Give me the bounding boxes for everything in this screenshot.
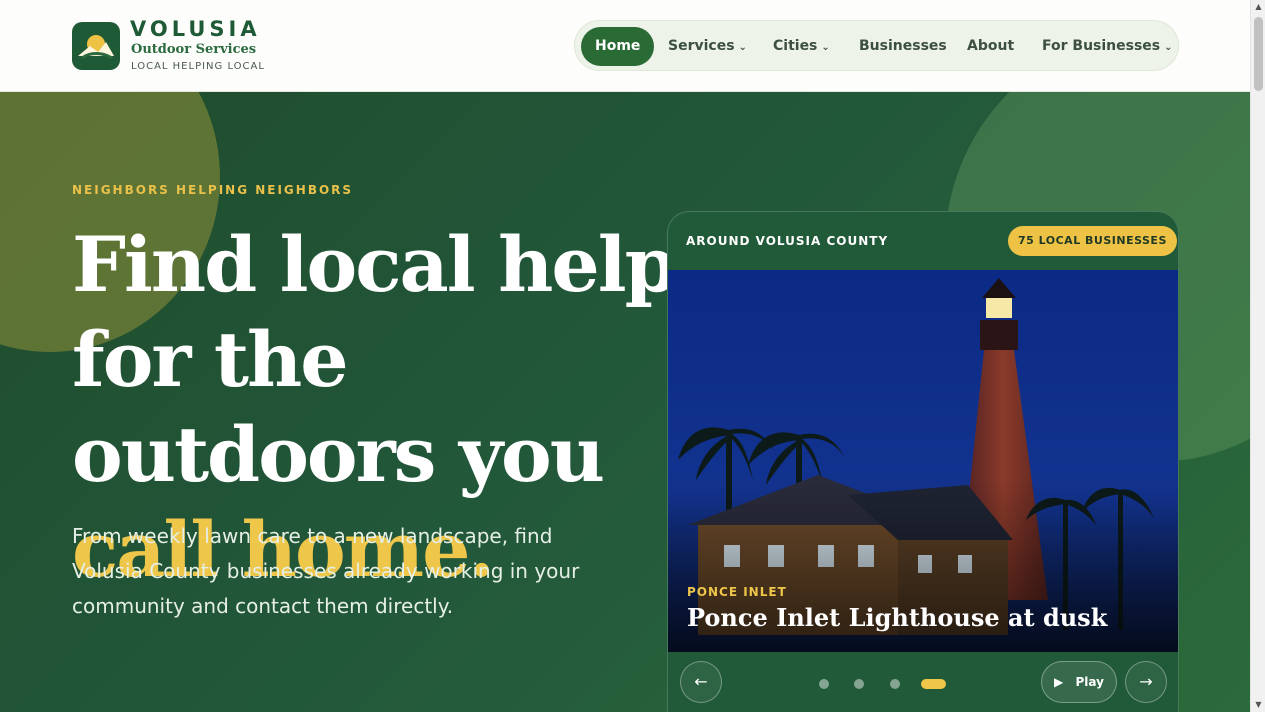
carousel-controls: ← ▶ Play → [668,652,1178,712]
slide-dot[interactable] [854,679,864,689]
hero-headline-line: outdoors you [72,410,605,499]
play-slideshow-button[interactable]: ▶ Play [1041,661,1117,703]
card-header: AROUND VOLUSIA COUNTY 75 LOCAL BUSINESSE… [668,212,1178,270]
nav-item-for-businesses[interactable]: For Businesses ⌄ [1042,27,1173,66]
business-count-badge: 75 LOCAL BUSINESSES [1008,226,1177,256]
carousel-photo: PONCE INLET Ponce Inlet Lighthouse at du… [668,270,1178,652]
slide-dot[interactable] [890,679,900,689]
nav-item-services[interactable]: Services ⌄ [668,27,747,66]
nav-item-label: Services [668,38,735,54]
slide-dot[interactable] [819,679,829,689]
nav-item-label: Businesses [859,38,947,54]
arrow-left-icon: ← [694,672,708,691]
nav-item-label: Cities [773,38,818,54]
nav-item-businesses[interactable]: Businesses [859,27,947,66]
page-scrollbar[interactable]: ▲ ▼ [1250,0,1265,712]
hero-section: NEIGHBORS HELPING NEIGHBORS Find local h… [0,92,1250,712]
slide-dot-active[interactable] [921,679,946,689]
play-label: Play [1075,675,1104,689]
nav-item-home[interactable]: Home [581,27,655,66]
scroll-down-icon[interactable]: ▼ [1251,698,1265,712]
slide-location: PONCE INLET [687,585,787,599]
card-title: AROUND VOLUSIA COUNTY [686,234,889,248]
nav-item-cities[interactable]: Cities ⌄ [773,27,830,66]
hero-headline-line: for the [72,315,349,404]
brand-logo-icon[interactable] [72,22,120,70]
hero-lead-text: From weekly lawn care to a new landscape… [72,524,580,618]
brand-tagline: LOCAL HELPING LOCAL [131,61,265,72]
nav-item-label: For Businesses [1042,38,1161,54]
next-slide-button[interactable]: → [1125,661,1167,703]
arrow-right-icon: → [1139,672,1153,691]
scroll-up-icon[interactable]: ▲ [1251,0,1265,14]
main-nav: Home Services ⌄ Cities ⌄ Businesses About … [574,20,1179,71]
chevron-down-icon: ⌄ [738,42,747,53]
scroll-thumb[interactable] [1254,17,1263,91]
nav-item-label: About [967,38,1015,54]
hero-headline-line: Find local help [72,220,678,309]
brand-subtitle: Outdoor Services [131,42,257,57]
chevron-down-icon: ⌄ [821,42,830,53]
slide-caption: Ponce Inlet Lighthouse at dusk [687,603,1108,632]
chevron-down-icon: ⌄ [1164,42,1173,53]
site-header: VOLUSIA Outdoor Services LOCAL HELPING L… [0,0,1250,92]
nav-item-about[interactable]: About [967,27,1014,66]
photo-carousel-card: AROUND VOLUSIA COUNTY 75 LOCAL BUSINESSE… [667,211,1179,712]
nav-item-label: Home [595,38,641,54]
hero-eyebrow: NEIGHBORS HELPING NEIGHBORS [72,183,354,197]
previous-slide-button[interactable]: ← [680,661,722,703]
brand-name[interactable]: VOLUSIA [130,17,261,41]
play-icon: ▶ [1054,675,1064,689]
